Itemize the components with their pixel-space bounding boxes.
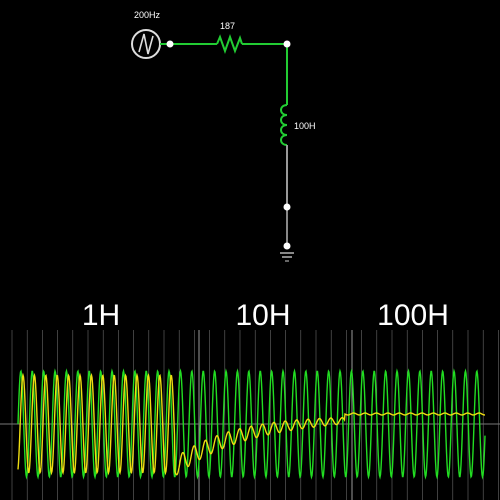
simulator-canvas[interactable]: 200Hz 187 100H 1H 10H 100H — [0, 0, 500, 500]
segment-label-10h: 10H — [235, 299, 290, 332]
node-ground[interactable] — [283, 242, 291, 250]
node-corner[interactable] — [283, 40, 291, 48]
node-inductor-bottom[interactable] — [283, 203, 291, 211]
node-source-output[interactable] — [166, 40, 174, 48]
circuit-schematic: 200Hz 187 100H — [131, 10, 316, 262]
source-frequency-label: 200Hz — [134, 10, 161, 20]
ac-source[interactable] — [131, 29, 161, 59]
inductor-value-label: 100H — [294, 121, 316, 131]
ac-source-wave-icon — [138, 33, 154, 55]
segment-label-1h: 1H — [82, 299, 120, 332]
scope-panel[interactable]: 1H 10H 100H — [0, 299, 500, 500]
inductor[interactable] — [280, 104, 288, 146]
segment-label-100h: 100H — [377, 299, 449, 332]
ground-icon[interactable] — [280, 252, 294, 262]
resistor-value-label: 187 — [220, 21, 235, 31]
resistor[interactable] — [216, 34, 243, 54]
